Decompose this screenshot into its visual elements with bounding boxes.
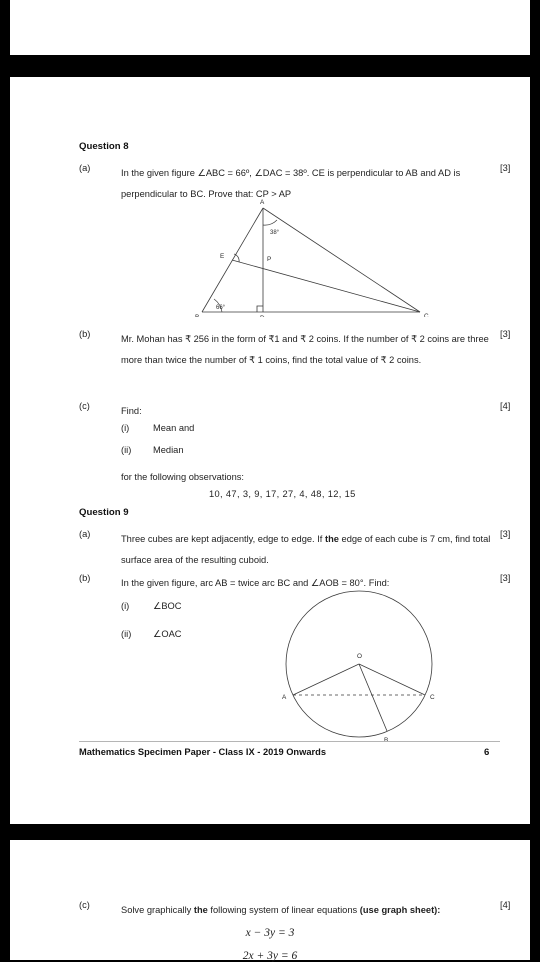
question-9-part-a-text-before: Three cubes are kept adjacently, edge to…	[121, 534, 325, 544]
question-9-part-b-label: (b)	[79, 573, 91, 583]
question-9-part-c-text-mid: following system of linear equations	[207, 905, 360, 915]
circle-label-A: A	[282, 694, 287, 701]
circle-label-C: C	[430, 694, 435, 701]
question-8-part-c-marks: [4]	[500, 401, 511, 411]
question-9-part-b-marks: [3]	[500, 573, 511, 583]
triangle-angle-b: 66°	[216, 305, 226, 311]
question-8-part-c-subpart-i-label: (i)	[121, 423, 130, 433]
circle-aob-figure: O A B C	[274, 580, 444, 753]
question-8-part-b-marks: [3]	[500, 329, 511, 339]
question-8-part-c-observations: 10, 47, 3, 9, 17, 27, 4, 48, 12, 15	[209, 489, 356, 499]
triangle-angle-a: 38°	[270, 230, 280, 236]
question-8-part-c-text: Find:	[121, 406, 142, 416]
question-9-part-c-label: (c)	[79, 900, 90, 910]
question-8-part-c-subpart-ii-label: (ii)	[121, 445, 132, 455]
triangle-label-B: B	[195, 314, 199, 317]
question-9-part-a-marks: [3]	[500, 529, 511, 539]
question-9-part-c-marks: [4]	[500, 900, 511, 910]
question-8-part-b-text: Mr. Mohan has ₹ 256 in the form of ₹1 an…	[121, 334, 489, 365]
question-8-part-c-subpart-i-text: Mean and	[153, 423, 195, 433]
question-8-part-c-trailer: for the following observations:	[121, 472, 244, 482]
question-8-part-c-subpart-ii-text: Median	[153, 445, 184, 455]
triangle-label-A: A	[260, 199, 265, 206]
question-9-part-c-text: Solve graphically the following system o…	[121, 900, 493, 921]
question-9-part-b-subpart-ii-label: (ii)	[121, 629, 132, 639]
question-9-part-b-subpart-i-label: (i)	[121, 601, 130, 611]
question-9-part-c-bold-graph-sheet: (use graph sheet):	[359, 905, 441, 915]
question-8-part-b-label: (b)	[79, 329, 91, 339]
question-9-part-c-bold-word-the: the	[193, 905, 208, 915]
triangle-abc-figure: A B C D E P 38° 66°	[182, 199, 442, 322]
question-9-part-a-text: Three cubes are kept adjacently, edge to…	[121, 529, 493, 571]
next-page-sheet: (c) Solve graphically the following syst…	[10, 840, 530, 962]
question-9-part-c-text-before: Solve graphically	[121, 905, 194, 915]
question-9-part-a-bold-word: the	[324, 534, 339, 544]
question-9-part-b-subpart-ii-text: ∠OAC	[153, 629, 182, 639]
question-9-part-c-equation-1: x − 3y = 3	[245, 927, 295, 939]
question-9-heading: Question 9	[79, 507, 129, 518]
circle-label-O: O	[357, 653, 362, 660]
triangle-label-C: C	[424, 313, 429, 317]
question-9-part-b-subpart-i-text: ∠BOC	[153, 601, 182, 611]
page-footer-rule	[79, 741, 500, 742]
question-8-part-a-marks: [3]	[500, 163, 511, 173]
question-9-part-a-label: (a)	[79, 529, 91, 539]
page-footer-page-number: 6	[484, 747, 490, 758]
question-9-part-c-equation-2: 2x + 3y = 6	[242, 950, 298, 962]
question-8-part-c-label: (c)	[79, 401, 90, 411]
previous-page-sheet: Mathematics Specimen Paper - Class IX - …	[10, 0, 530, 55]
main-page-sheet: Question 8 (a) In the given figure ∠ABC …	[10, 77, 530, 824]
triangle-label-E: E	[220, 253, 224, 260]
triangle-label-P: P	[267, 256, 271, 263]
question-8-heading: Question 8	[79, 141, 129, 152]
question-8-part-a-label: (a)	[79, 163, 91, 173]
page-footer-title: Mathematics Specimen Paper - Class IX - …	[79, 747, 326, 757]
triangle-label-D: D	[260, 315, 265, 317]
